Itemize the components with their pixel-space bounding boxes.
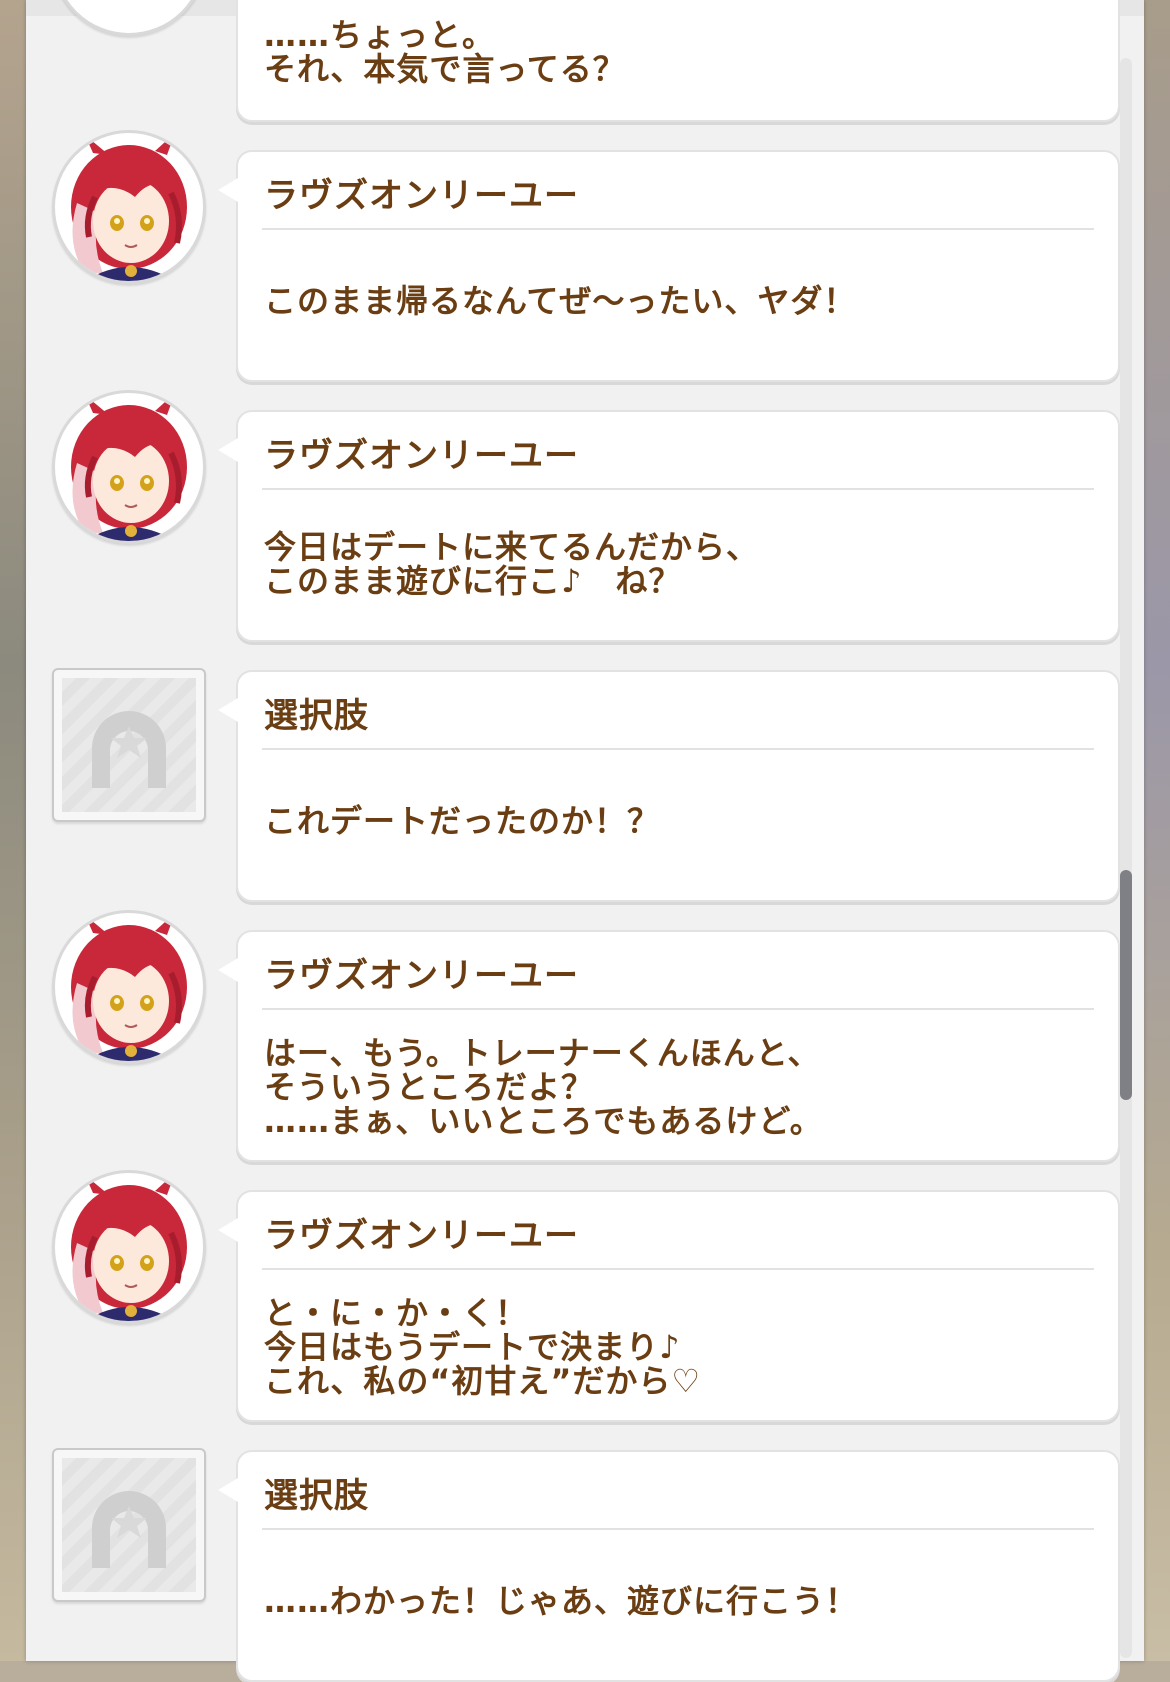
character-avatar <box>52 1170 206 1324</box>
message-bubble: ラヴズオンリーユー このまま帰るなんてぜ～ったい、ヤダ！ <box>218 150 1120 382</box>
speaker-name: ラヴズオンリーユー <box>264 1216 579 1256</box>
bubble-tail <box>218 958 238 982</box>
dialogue-log-panel[interactable]: ……ちょっと。 それ、本気で言ってる？ ラヴズオンリーユー このまま帰るなんてぜ… <box>26 0 1144 1682</box>
character-avatar <box>52 910 206 1064</box>
background-right <box>1144 0 1170 1661</box>
horse-girl-portrait-icon <box>52 910 206 1064</box>
divider <box>262 1008 1094 1010</box>
horse-girl-portrait-icon <box>52 130 206 284</box>
message-bubble: ラヴズオンリーユー と・に・か・く！ 今日はもうデートで決まり♪ これ、私の“初… <box>218 1190 1120 1422</box>
divider <box>262 1268 1094 1270</box>
speaker-name: ラヴズオンリーユー <box>264 176 579 216</box>
divider <box>262 488 1094 490</box>
background-left <box>0 0 26 1661</box>
message-bubble: ……ちょっと。 それ、本気で言ってる？ <box>236 0 1120 122</box>
horse-girl-portrait-icon <box>52 390 206 544</box>
bubble-tail <box>218 698 238 722</box>
message-text: ……ちょっと。 それ、本気で言ってる？ <box>264 16 626 88</box>
horse-girl-portrait-icon <box>52 1170 206 1324</box>
bubble-tail <box>218 1478 238 1502</box>
message-text: このまま帰るなんてぜ～ったい、ヤダ！ <box>264 282 857 320</box>
choice-avatar <box>52 668 206 822</box>
bubble-tail <box>218 178 238 202</box>
scrollbar-track[interactable] <box>1120 58 1132 1658</box>
message-text: と・に・か・く！ 今日はもうデートで決まり♪ これ、私の“初甘え”だから♡ <box>264 1294 702 1400</box>
message-bubble: ラヴズオンリーユー 今日はデートに来てるんだから、 このまま遊びに行こ♪ ね？ <box>218 410 1120 642</box>
message-bubble: 選択肢 ……わかった！じゃあ、遊びに行こう！ <box>218 1450 1120 1682</box>
divider <box>262 1528 1094 1530</box>
message-text: はー、もう。トレーナーくんほんと、 そういうところだよ？ ……まぁ、いいところで… <box>264 1034 823 1140</box>
message-bubble: ラヴズオンリーユー はー、もう。トレーナーくんほんと、 そういうところだよ？ …… <box>218 930 1120 1162</box>
bubble-tail <box>218 438 238 462</box>
speaker-name: ラヴズオンリーユー <box>264 956 579 996</box>
scrollbar-thumb[interactable] <box>1120 870 1132 1100</box>
speaker-name: ラヴズオンリーユー <box>264 436 579 476</box>
message-bubble: 選択肢 これデートだったのか！？ <box>218 670 1120 902</box>
horseshoe-star-icon <box>92 1491 166 1568</box>
character-avatar <box>52 390 206 544</box>
divider <box>262 228 1094 230</box>
character-avatar <box>52 130 206 284</box>
message-text: これデートだったのか！？ <box>264 802 661 840</box>
character-avatar <box>52 0 206 36</box>
speaker-name: 選択肢 <box>264 696 369 736</box>
speaker-name: 選択肢 <box>264 1476 369 1516</box>
horseshoe-star-icon <box>92 711 166 788</box>
divider <box>262 748 1094 750</box>
choice-avatar <box>52 1448 206 1602</box>
message-text: 今日はデートに来てるんだから、 このまま遊びに行こ♪ ね？ <box>264 528 760 600</box>
message-text: ……わかった！じゃあ、遊びに行こう！ <box>264 1582 859 1620</box>
bubble-tail <box>218 1218 238 1242</box>
